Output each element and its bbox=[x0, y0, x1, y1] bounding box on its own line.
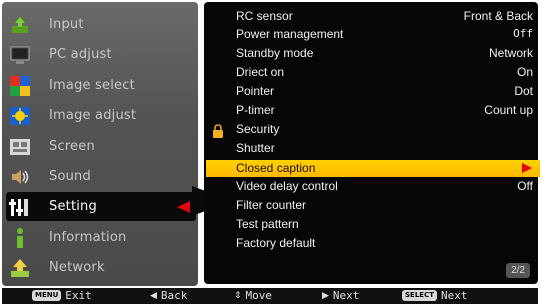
select-label: Next bbox=[440, 289, 468, 302]
setting-row-video-delay-control[interactable]: Video delay control Off bbox=[207, 178, 533, 197]
setting-label: Filter counter bbox=[236, 198, 307, 212]
submenu-arrow-icon bbox=[522, 163, 532, 173]
setting-row-test-pattern[interactable]: Test pattern bbox=[207, 216, 533, 235]
menu-item-pc-adjust[interactable]: PC adjust bbox=[2, 40, 198, 69]
setting-icon bbox=[9, 196, 31, 218]
menu-item-label: Sound bbox=[49, 169, 91, 184]
exit-label: Exit bbox=[65, 289, 92, 302]
select-key-icon: SELECT bbox=[402, 290, 437, 301]
input-icon bbox=[9, 14, 31, 36]
setting-label: RC sensor bbox=[236, 9, 293, 23]
setting-label: Security bbox=[236, 122, 280, 136]
menu-item-label: Information bbox=[49, 230, 127, 245]
setting-label: Test pattern bbox=[236, 217, 299, 231]
menu-item-label: Input bbox=[49, 17, 84, 32]
setting-label: Driect on bbox=[236, 65, 285, 79]
next-label: Next bbox=[332, 289, 360, 302]
select-hint: SELECT Next bbox=[402, 289, 467, 302]
menu-item-label: PC adjust bbox=[49, 47, 112, 62]
setting-label: Standby mode bbox=[236, 46, 314, 60]
navigation-hint-bar: MENU Exit ◀ Back ⇕ Move ▶ Next SELECT Ne… bbox=[2, 288, 538, 304]
setting-row-direct-on[interactable]: Driect on On bbox=[207, 64, 533, 83]
setting-value: Front & Back bbox=[463, 9, 533, 23]
setting-label: Pointer bbox=[236, 84, 275, 98]
page-indicator: 2/2 bbox=[506, 263, 530, 278]
setting-row-standby-mode[interactable]: Standby mode Network bbox=[207, 45, 533, 64]
setting-row-security[interactable]: Security bbox=[207, 121, 533, 140]
setting-value: Off bbox=[513, 27, 533, 40]
setting-row-power-management[interactable]: Power management Off bbox=[207, 26, 533, 45]
setting-label: P-timer bbox=[236, 103, 275, 117]
setting-value: Network bbox=[488, 46, 533, 60]
menu-item-label: Screen bbox=[49, 139, 95, 154]
setting-row-closed-caption[interactable]: Closed caption bbox=[206, 160, 540, 177]
setting-value: Count up bbox=[484, 103, 533, 117]
image-select-icon bbox=[9, 75, 31, 97]
network-icon bbox=[9, 257, 31, 279]
right-arrow-icon: ▶ bbox=[322, 290, 329, 301]
lock-icon bbox=[212, 123, 224, 138]
back-label: Back bbox=[160, 289, 188, 302]
setting-row-filter-counter[interactable]: Filter counter bbox=[207, 197, 533, 216]
next-hint: ▶ Next bbox=[322, 289, 359, 302]
image-adjust-icon bbox=[9, 105, 31, 127]
menu-item-image-adjust[interactable]: Image adjust bbox=[2, 101, 198, 130]
setting-row-factory-default[interactable]: Factory default bbox=[207, 235, 533, 254]
menu-item-image-select[interactable]: Image select bbox=[2, 71, 198, 100]
selected-arrow-icon bbox=[177, 201, 190, 213]
setting-label: Shutter bbox=[236, 141, 275, 155]
move-hint: ⇕ Move bbox=[234, 289, 272, 302]
setting-label: Factory default bbox=[236, 236, 316, 250]
menu-item-information[interactable]: Information bbox=[2, 223, 198, 252]
back-hint: ◀ Back bbox=[150, 289, 187, 302]
setting-row-rc-sensor[interactable]: RC sensor Front & Back bbox=[207, 8, 533, 27]
menu-item-sound[interactable]: Sound bbox=[2, 162, 198, 191]
setting-value: Dot bbox=[514, 84, 533, 98]
menu-item-label: Network bbox=[49, 260, 105, 275]
menu-item-label: Image select bbox=[49, 78, 135, 93]
setting-label: Closed caption bbox=[236, 161, 316, 175]
menu-item-input[interactable]: Input bbox=[2, 10, 198, 39]
menu-item-label: Setting bbox=[49, 199, 97, 214]
menu-item-setting[interactable]: Setting bbox=[6, 192, 196, 221]
setting-label: Video delay control bbox=[236, 179, 338, 193]
setting-label: Power management bbox=[236, 27, 344, 41]
setting-row-p-timer[interactable]: P-timer Count up bbox=[207, 102, 533, 121]
move-label: Move bbox=[245, 289, 273, 302]
projector-osd-menu: Input PC adjust Image select Image adjus… bbox=[0, 0, 542, 305]
up-down-arrow-icon: ⇕ bbox=[234, 290, 242, 301]
setting-row-shutter[interactable]: Shutter bbox=[207, 140, 533, 159]
exit-hint: MENU Exit bbox=[32, 289, 92, 302]
information-icon bbox=[9, 227, 31, 249]
setting-submenu: RC sensor Front & Back Power management … bbox=[204, 2, 540, 284]
sound-icon bbox=[9, 166, 31, 188]
menu-item-screen[interactable]: Screen bbox=[2, 132, 198, 161]
menu-item-network[interactable]: Network bbox=[2, 253, 198, 282]
setting-value: On bbox=[516, 65, 533, 79]
left-arrow-icon: ◀ bbox=[150, 290, 157, 301]
menu-key-icon: MENU bbox=[32, 290, 62, 301]
screen-icon bbox=[9, 136, 31, 158]
setting-row-pointer[interactable]: Pointer Dot bbox=[207, 83, 533, 102]
setting-value: Off bbox=[517, 179, 533, 193]
main-menu: Input PC adjust Image select Image adjus… bbox=[2, 2, 198, 286]
pc-adjust-icon bbox=[9, 44, 31, 66]
menu-item-label: Image adjust bbox=[49, 108, 137, 123]
